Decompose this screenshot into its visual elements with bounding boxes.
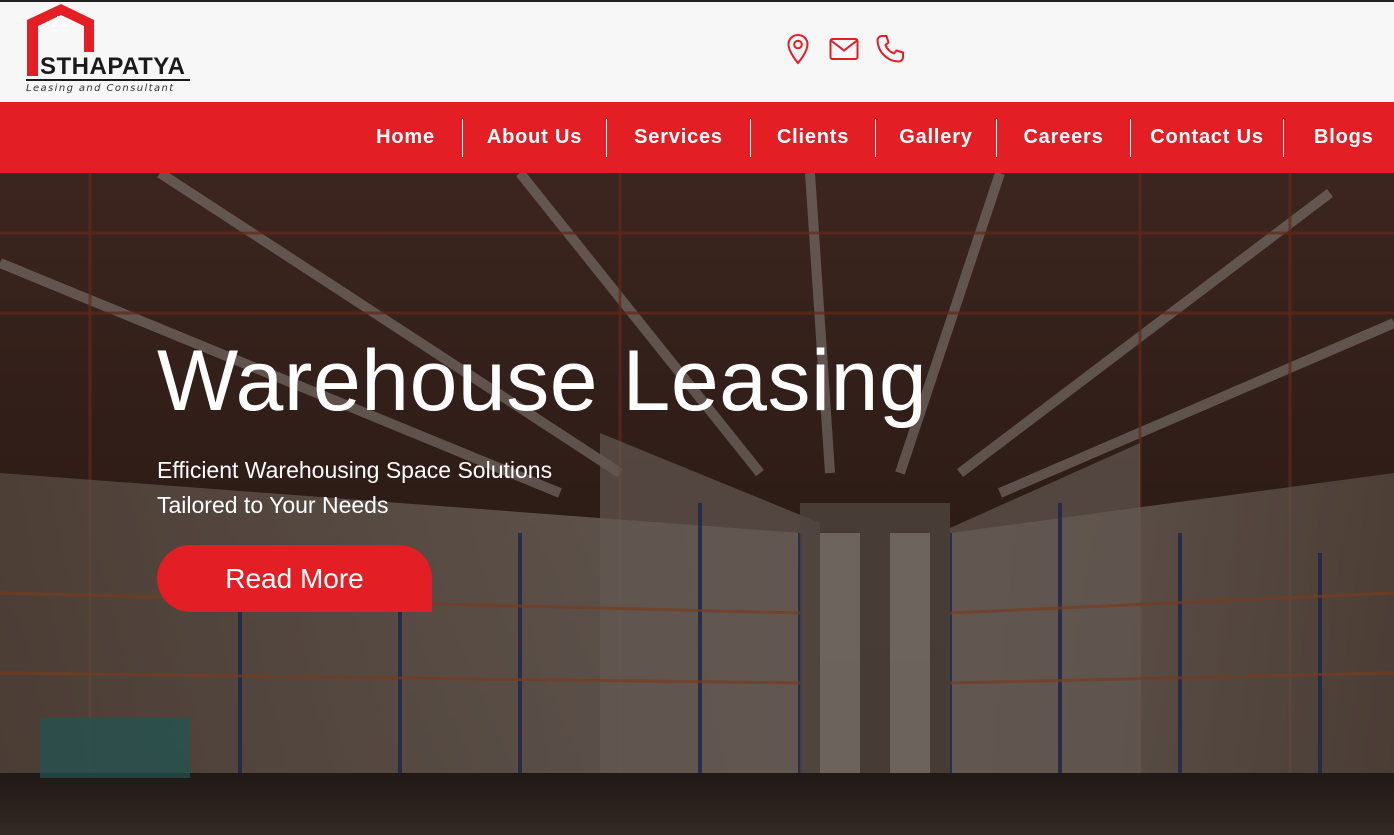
nav-item-home[interactable]: Home: [349, 119, 462, 157]
hero-title: Warehouse Leasing: [157, 333, 928, 429]
read-more-button[interactable]: Read More: [157, 545, 432, 612]
top-header: STHAPATYA Leasing and Consultant: [0, 0, 1394, 102]
nav-item-careers[interactable]: Careers: [997, 119, 1130, 157]
hero-subtitle-line: Tailored to Your Needs: [157, 492, 389, 518]
hero-subtitle-line: Efficient Warehousing Space Solutions: [157, 457, 553, 483]
phone-icon[interactable]: [875, 33, 905, 65]
nav-item-about-us[interactable]: About Us: [463, 119, 606, 157]
contact-icons: [783, 32, 905, 66]
nav-item-gallery[interactable]: Gallery: [876, 119, 996, 157]
brand-tagline: Leasing and Consultant: [26, 83, 175, 94]
main-navigation: Home About Us Services Clients Gallery C…: [0, 102, 1394, 173]
brand-name: STHAPATYA: [40, 53, 186, 80]
nav-item-blogs[interactable]: Blogs: [1284, 119, 1394, 157]
hero-banner: Warehouse Leasing Efficient Warehousing …: [0, 173, 1394, 835]
mail-icon[interactable]: [829, 33, 859, 65]
nav-item-clients[interactable]: Clients: [751, 119, 875, 157]
brand-logo[interactable]: STHAPATYA Leasing and Consultant: [26, 4, 191, 96]
nav-item-services[interactable]: Services: [607, 119, 750, 157]
hero-subtitle: Efficient Warehousing Space Solutions Ta…: [157, 453, 617, 523]
nav-item-contact-us[interactable]: Contact Us: [1131, 119, 1283, 157]
location-pin-icon[interactable]: [783, 33, 813, 65]
